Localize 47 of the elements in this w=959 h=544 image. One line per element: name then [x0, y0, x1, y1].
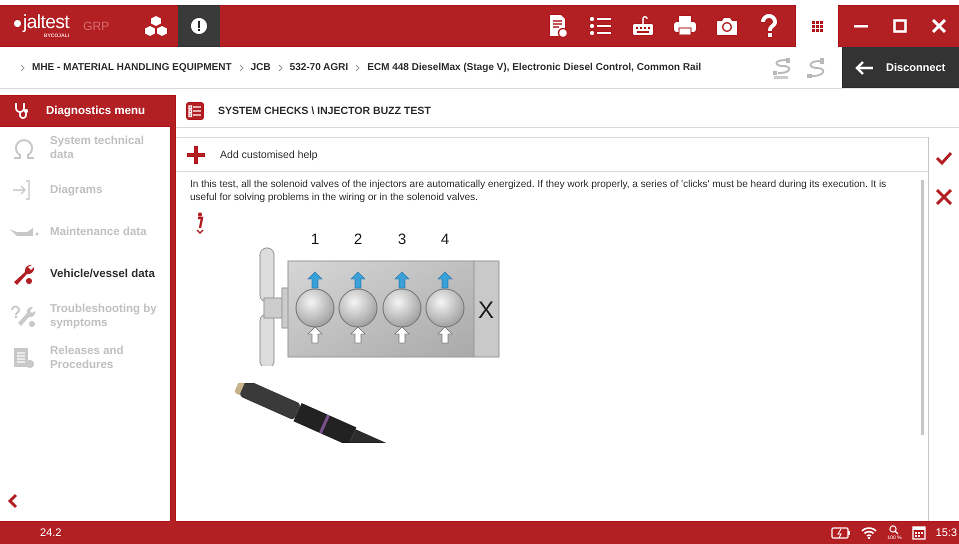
clock-text: 15:3	[936, 526, 958, 538]
flywheel-label: X	[478, 297, 494, 324]
cross-icon[interactable]	[936, 189, 952, 205]
chevron-right-icon	[20, 64, 25, 72]
question-wrench-icon	[11, 305, 37, 327]
sidebar-item[interactable]: Vehicle/vessel data	[0, 253, 170, 295]
document-stack-icon	[12, 347, 36, 369]
scrollbar-thumb[interactable]	[921, 180, 924, 435]
wrench-icon	[12, 263, 36, 285]
breadcrumb-link[interactable]: MHE - MATERIAL HANDLING EQUIPMENT	[32, 62, 232, 73]
cylinder-number: 3	[398, 231, 406, 248]
dot-icon	[14, 20, 21, 26]
version-text: 24.2	[39, 526, 62, 538]
breadcrumb-link[interactable]: JCB	[250, 62, 271, 73]
checklist-icon	[186, 102, 204, 120]
chevron-right-icon	[355, 64, 360, 72]
stethoscope-icon	[14, 102, 30, 120]
chevron-right-icon	[238, 64, 244, 72]
alert-icon[interactable]	[191, 18, 207, 34]
breadcrumb-link[interactable]: 532-70 AGRI	[290, 62, 348, 73]
magnifier-icon	[889, 524, 900, 534]
info-icon[interactable]	[194, 212, 204, 234]
cylinder-number: 2	[354, 231, 362, 248]
keyboard-icon[interactable]	[631, 14, 655, 38]
chevron-left-icon[interactable]	[8, 493, 18, 509]
battery-charging-icon	[831, 526, 852, 538]
close-icon[interactable]	[932, 19, 946, 33]
wifi-icon	[861, 526, 878, 539]
logo-text: jaltest	[23, 13, 70, 33]
maximize-icon[interactable]	[892, 19, 907, 33]
omega-icon	[11, 137, 37, 159]
checkmark-icon[interactable]	[936, 151, 952, 165]
cylinder-number: 1	[310, 231, 320, 248]
cubes-icon[interactable]	[144, 15, 168, 37]
calendar-icon[interactable]	[912, 525, 926, 540]
arrow-left-icon	[854, 60, 874, 76]
breadcrumb-link[interactable]: ECM 448 DieselMax (Stage V), Electronic Diesel Control, Common Rail	[367, 62, 702, 73]
chevron-right-icon	[278, 64, 283, 72]
description-text: In this test, all the solenoid valves of the injectors are automatically energized. If they work properly, a series of 'clicks' must be heard during its execution. It is useful for solving problems in the wiring or in the solenoid valves.	[190, 178, 888, 204]
apps-grid-icon[interactable]	[812, 20, 822, 32]
disconnect-button[interactable]: Disconnect	[842, 47, 959, 88]
plus-icon	[186, 144, 206, 164]
page-title: SYSTEM CHECKS \ INJECTOR BUZZ TEST	[218, 105, 431, 117]
product-label: GRP	[83, 19, 110, 33]
cylinder-number: 4	[440, 231, 450, 248]
add-help-button[interactable]: Add customised help	[176, 137, 928, 172]
list-icon[interactable]	[589, 14, 613, 38]
